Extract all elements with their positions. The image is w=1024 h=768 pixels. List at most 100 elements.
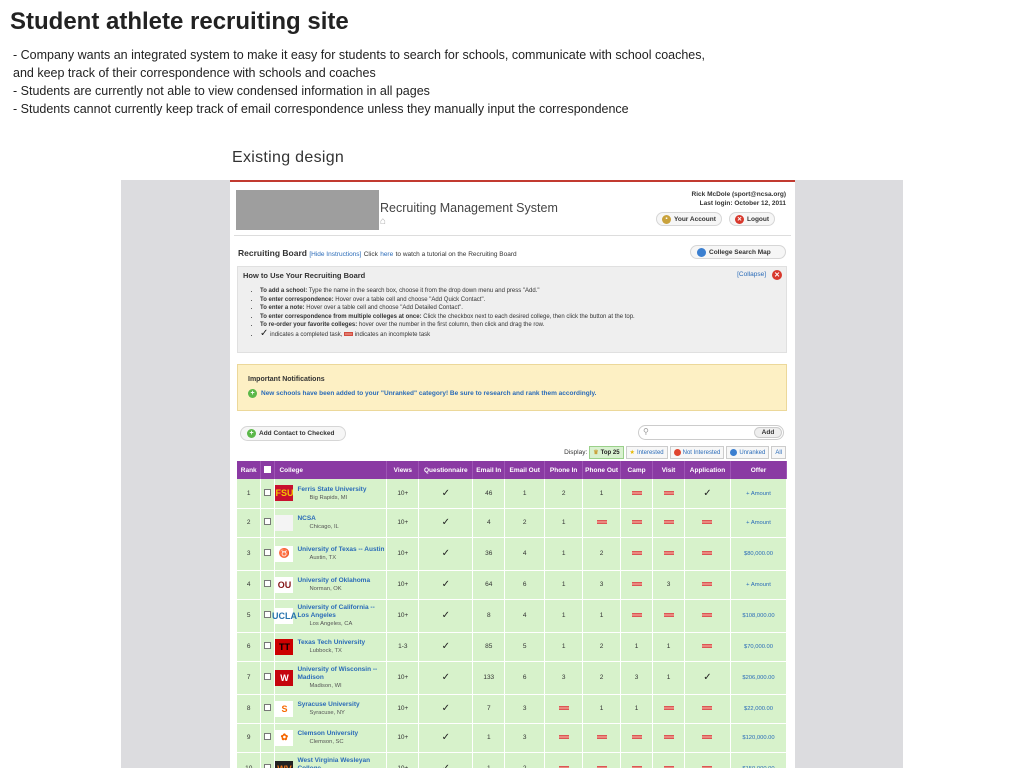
email-out-cell[interactable]: 4 bbox=[504, 537, 546, 571]
phone-in-cell[interactable]: 1 bbox=[544, 570, 584, 600]
visit-cell[interactable] bbox=[652, 694, 685, 724]
col-select[interactable] bbox=[260, 461, 276, 479]
phone-out-cell[interactable]: 2 bbox=[582, 537, 622, 571]
rank-cell[interactable]: 4 bbox=[237, 570, 262, 600]
visit-cell[interactable] bbox=[652, 479, 685, 509]
row-checkbox[interactable] bbox=[264, 580, 272, 587]
application-cell[interactable]: ✓ bbox=[684, 661, 731, 695]
search-input[interactable] bbox=[654, 428, 749, 438]
email-out-cell[interactable]: 3 bbox=[504, 694, 546, 724]
questionnaire-cell[interactable]: ✓ bbox=[418, 599, 474, 633]
col-application[interactable]: Application bbox=[684, 461, 731, 479]
close-icon[interactable]: ✕ bbox=[772, 270, 782, 280]
col-views[interactable]: Views bbox=[386, 461, 420, 479]
col-offer[interactable]: Offer bbox=[730, 461, 788, 479]
col-visit[interactable]: Visit bbox=[652, 461, 685, 479]
col-email-in[interactable]: Email In bbox=[472, 461, 506, 479]
offer-cell[interactable]: $80,000.00 bbox=[730, 537, 788, 571]
college-cell[interactable]: NCSA Chicago, IL bbox=[274, 508, 388, 538]
table-row[interactable]: 2 NCSA Chicago, IL 10+ ✓ 4 2 1 + Amount bbox=[237, 508, 788, 538]
camp-cell[interactable]: 1 bbox=[620, 694, 654, 724]
visit-cell[interactable] bbox=[652, 752, 685, 768]
email-out-cell[interactable]: 1 bbox=[504, 479, 546, 509]
college-cell[interactable]: OU University of Oklahoma Norman, OK bbox=[274, 570, 388, 600]
phone-out-cell[interactable]: 2 bbox=[582, 661, 622, 695]
email-out-cell[interactable]: 5 bbox=[504, 632, 546, 662]
college-name-link[interactable]: University of California -- Los Angeles bbox=[297, 604, 386, 619]
collapse-link[interactable]: [Collapse] bbox=[737, 271, 766, 278]
phone-out-cell[interactable] bbox=[582, 723, 622, 753]
college-cell[interactable]: UCLA University of California -- Los Ange… bbox=[272, 599, 388, 633]
col-rank[interactable]: Rank bbox=[237, 461, 262, 479]
filter-all[interactable]: All bbox=[771, 446, 786, 459]
offer-cell[interactable]: $120,000.00 bbox=[730, 723, 788, 753]
camp-cell[interactable] bbox=[620, 723, 654, 753]
college-cell[interactable]: W University of Wisconsin -- Madison Madis… bbox=[274, 661, 388, 695]
questionnaire-cell[interactable]: ✓ bbox=[418, 752, 474, 768]
col-college[interactable]: College bbox=[274, 461, 388, 479]
table-row[interactable]: 1 FSU Ferris State University Big Rapids, M… bbox=[237, 479, 788, 509]
email-out-cell[interactable]: 4 bbox=[504, 599, 546, 633]
offer-cell[interactable]: + Amount bbox=[730, 508, 788, 538]
camp-cell[interactable] bbox=[620, 752, 654, 768]
camp-cell[interactable] bbox=[620, 537, 654, 571]
email-in-cell[interactable]: 36 bbox=[472, 537, 506, 571]
questionnaire-cell[interactable]: ✓ bbox=[418, 537, 474, 571]
college-name-link[interactable]: University of Oklahoma bbox=[297, 577, 370, 585]
college-name-link[interactable]: University of Texas -- Austin bbox=[297, 546, 384, 554]
table-row[interactable]: 10 WVWest Virginia Wesleyan CollegeBuckha… bbox=[237, 752, 788, 768]
select-cell[interactable] bbox=[260, 752, 276, 768]
application-cell[interactable] bbox=[684, 752, 731, 768]
offer-value[interactable]: $108,000.00 bbox=[742, 613, 774, 619]
home-icon[interactable]: ⌂ bbox=[380, 216, 386, 227]
offer-value[interactable]: $22,000.00 bbox=[744, 706, 773, 712]
phone-in-cell[interactable]: 1 bbox=[544, 599, 584, 633]
visit-cell[interactable] bbox=[652, 537, 685, 571]
college-name-link[interactable]: Syracuse University bbox=[297, 701, 359, 709]
email-in-cell[interactable]: 1 bbox=[472, 752, 506, 768]
phone-out-cell[interactable]: 1 bbox=[582, 599, 622, 633]
camp-cell[interactable]: 1 bbox=[620, 632, 654, 662]
camp-cell[interactable] bbox=[620, 599, 654, 633]
rank-cell[interactable]: 8 bbox=[237, 694, 262, 724]
views-cell[interactable]: 10+ bbox=[386, 570, 420, 600]
offer-value[interactable]: + Amount bbox=[746, 491, 771, 497]
college-cell[interactable]: S Syracuse University Syracuse, NY bbox=[274, 694, 388, 724]
application-cell[interactable] bbox=[684, 599, 731, 633]
application-cell[interactable]: ✓ bbox=[684, 479, 731, 509]
college-name-link[interactable]: Clemson University bbox=[297, 730, 358, 738]
visit-cell[interactable]: 1 bbox=[652, 632, 685, 662]
phone-in-cell[interactable] bbox=[544, 694, 584, 724]
offer-cell[interactable]: $108,000.00 bbox=[730, 599, 788, 633]
phone-out-cell[interactable]: 3 bbox=[582, 570, 622, 600]
application-cell[interactable] bbox=[684, 694, 731, 724]
your-account-button[interactable]: ▪ Your Account bbox=[656, 212, 722, 226]
row-checkbox[interactable] bbox=[264, 704, 272, 711]
offer-cell[interactable]: $22,000.00 bbox=[730, 694, 788, 724]
select-cell[interactable] bbox=[260, 570, 276, 600]
filter-not-interested[interactable]: Not Interested bbox=[669, 446, 725, 459]
views-cell[interactable]: 1-3 bbox=[386, 632, 420, 662]
college-cell[interactable]: TT Texas Tech University Lubbock, TX bbox=[274, 632, 388, 662]
application-cell[interactable] bbox=[684, 632, 731, 662]
select-cell[interactable] bbox=[260, 479, 276, 509]
phone-out-cell[interactable]: 2 bbox=[582, 632, 622, 662]
phone-out-cell[interactable] bbox=[582, 508, 622, 538]
rank-cell[interactable]: 3 bbox=[237, 537, 262, 571]
views-cell[interactable]: 10+ bbox=[386, 694, 420, 724]
questionnaire-cell[interactable]: ✓ bbox=[418, 479, 474, 509]
offer-cell[interactable]: $70,000.00 bbox=[730, 632, 788, 662]
email-in-cell[interactable]: 64 bbox=[472, 570, 506, 600]
email-in-cell[interactable]: 133 bbox=[472, 661, 506, 695]
row-checkbox[interactable] bbox=[264, 518, 272, 525]
college-search-map-button[interactable]: College Search Map bbox=[690, 245, 786, 259]
phone-in-cell[interactable] bbox=[544, 723, 584, 753]
table-row[interactable]: 6 TT Texas Tech University Lubbock, TX 1-3 ✓ 8… bbox=[237, 632, 788, 662]
col-phone-out[interactable]: Phone Out bbox=[582, 461, 622, 479]
email-in-cell[interactable]: 85 bbox=[472, 632, 506, 662]
camp-cell[interactable]: 3 bbox=[620, 661, 654, 695]
offer-value[interactable]: $70,000.00 bbox=[744, 644, 773, 650]
questionnaire-cell[interactable]: ✓ bbox=[418, 508, 474, 538]
visit-cell[interactable]: 3 bbox=[652, 570, 685, 600]
offer-cell[interactable]: $150,000.00 bbox=[730, 752, 788, 768]
